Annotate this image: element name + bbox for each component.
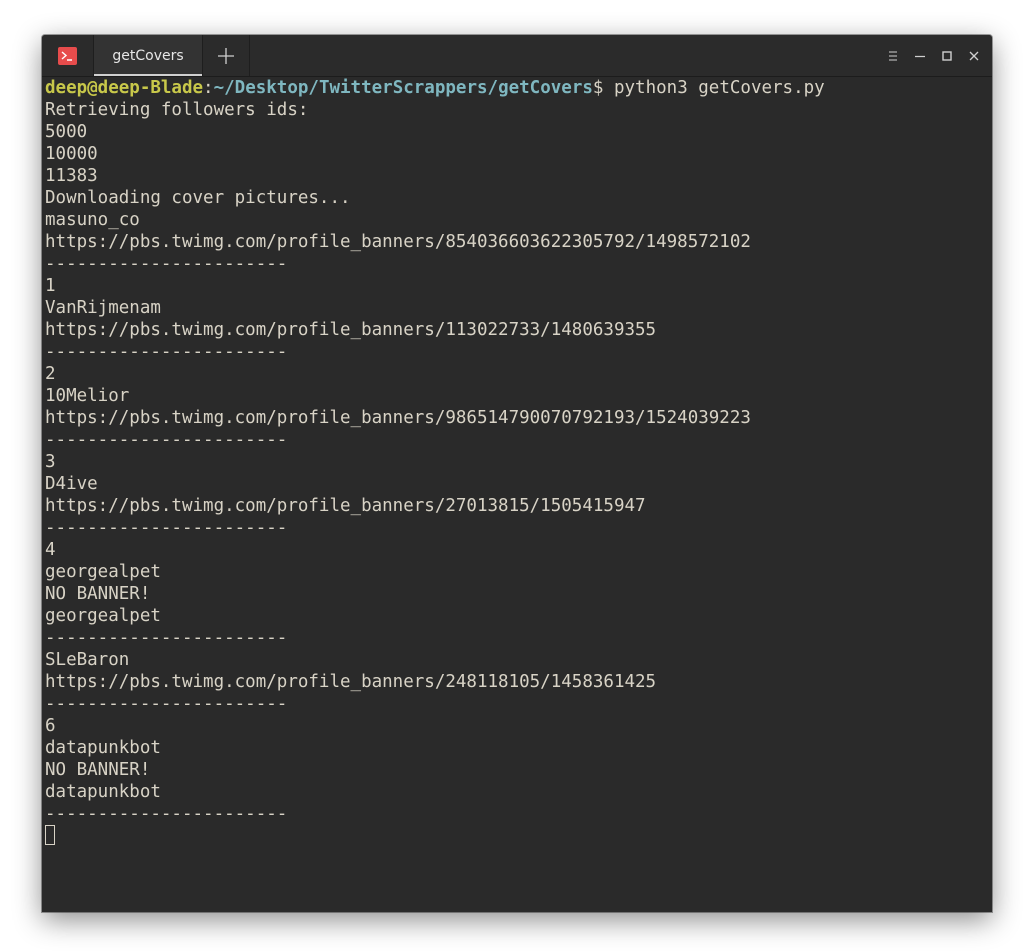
new-tab-button[interactable] [202, 35, 250, 76]
output-line: ----------------------- [45, 518, 288, 538]
output-line: ----------------------- [45, 628, 288, 648]
title-bar: getCovers [42, 35, 992, 77]
command-text: python3 getCovers.py [603, 78, 825, 98]
output-line: Downloading cover pictures... [45, 188, 351, 208]
output-line: 4 [45, 540, 56, 560]
tab-title: getCovers [112, 48, 184, 64]
command-output: Retrieving followers ids: 5000 10000 11383 D… [45, 99, 825, 825]
output-line: Retrieving followers ids: [45, 100, 309, 120]
maximize-icon [942, 51, 952, 61]
output-line: datapunkbot [45, 782, 161, 802]
output-line: 10000 [45, 144, 98, 164]
output-line: 2 [45, 364, 56, 384]
hamburger-menu-icon [889, 51, 897, 61]
plus-icon [218, 48, 234, 64]
output-line: datapunkbot [45, 738, 161, 758]
close-button[interactable] [965, 47, 983, 65]
output-line: ----------------------- [45, 342, 288, 362]
output-line: NO BANNER! [45, 760, 151, 780]
output-line: NO BANNER! [45, 584, 151, 604]
output-line: https://pbs.twimg.com/profile_banners/98… [45, 408, 751, 428]
terminal-output-area[interactable]: deep@deep-Blade:~/Desktop/TwitterScrappe… [42, 77, 992, 912]
menu-button[interactable] [884, 47, 902, 65]
output-line: SLeBaron [45, 650, 130, 670]
output-line: georgealpet [45, 562, 161, 582]
output-line: 1 [45, 276, 56, 296]
prompt-dollar: $ [592, 78, 604, 98]
close-icon [969, 51, 979, 61]
output-line: masuno_co [45, 210, 140, 230]
minimize-button[interactable] [911, 47, 929, 65]
output-line: 3 [45, 452, 56, 472]
prompt-user-host: deep@deep-Blade [45, 78, 204, 98]
minimize-icon [915, 55, 925, 58]
terminal-icon [58, 47, 77, 65]
output-line: D4ive [45, 474, 98, 494]
output-line: 10Melior [45, 386, 130, 406]
maximize-button[interactable] [938, 47, 956, 65]
output-line: VanRijmenam [45, 298, 161, 318]
output-line: 11383 [45, 166, 98, 186]
output-line: ----------------------- [45, 430, 288, 450]
output-line: ----------------------- [45, 804, 288, 824]
active-tab-indicator [94, 74, 202, 76]
output-line: ----------------------- [45, 694, 288, 714]
prompt-colon: : [203, 78, 214, 98]
cursor-line [45, 825, 825, 847]
output-line: 6 [45, 716, 56, 736]
tab-getcovers[interactable]: getCovers [93, 35, 203, 76]
output-line: https://pbs.twimg.com/profile_banners/85… [45, 232, 751, 252]
output-line: georgealpet [45, 606, 161, 626]
output-line: https://pbs.twimg.com/profile_banners/11… [45, 320, 657, 340]
output-line: https://pbs.twimg.com/profile_banners/24… [45, 672, 657, 692]
terminal-window: getCovers deep@deep-Blade:~/Desktop/Twit… [42, 35, 992, 912]
output-line: https://pbs.twimg.com/profile_banners/27… [45, 496, 646, 516]
output-line: ----------------------- [45, 254, 288, 274]
text-cursor [45, 825, 55, 845]
terminal-lines: deep@deep-Blade:~/Desktop/TwitterScrappe… [45, 77, 825, 847]
prompt-line: deep@deep-Blade:~/Desktop/TwitterScrappe… [45, 77, 825, 99]
output-line: 5000 [45, 122, 88, 142]
prompt-path: ~/Desktop/TwitterScrappers/getCovers [213, 78, 593, 98]
